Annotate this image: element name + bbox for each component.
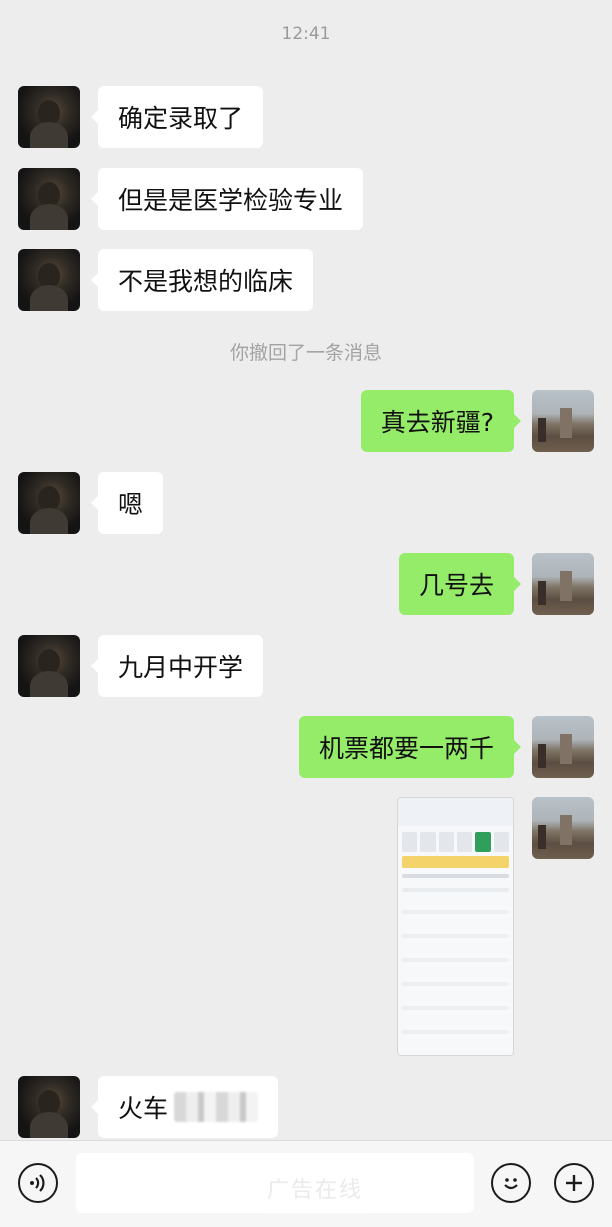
- contact-avatar[interactable]: [18, 86, 80, 148]
- contact-avatar[interactable]: [18, 472, 80, 534]
- message-text: 确定录取了: [118, 104, 244, 133]
- pixelated-redaction: [174, 1092, 259, 1122]
- received-message-bubble[interactable]: 确定录取了: [90, 86, 264, 148]
- screenshot-header: [398, 798, 513, 826]
- my-avatar[interactable]: [532, 553, 594, 615]
- screenshot-promo-banner: [402, 856, 509, 868]
- my-avatar[interactable]: [532, 797, 594, 859]
- received-message-bubble[interactable]: 火车: [90, 1076, 279, 1138]
- chat-timestamp: 12:41: [281, 24, 331, 44]
- sent-message-bubble[interactable]: 几号去: [398, 553, 522, 615]
- image-message-thumbnail[interactable]: [397, 797, 514, 1056]
- screenshot-date-strip: [402, 832, 509, 852]
- message-text: 火车: [118, 1094, 169, 1123]
- recalled-message-notice: 你撤回了一条消息: [229, 342, 382, 364]
- plus-icon[interactable]: [554, 1163, 594, 1203]
- my-avatar[interactable]: [532, 716, 594, 778]
- contact-avatar[interactable]: [18, 249, 80, 311]
- contact-avatar[interactable]: [18, 168, 80, 230]
- message-text: 机票都要一两千: [318, 734, 494, 763]
- received-message-bubble[interactable]: 九月中开学: [90, 635, 264, 697]
- voice-icon[interactable]: [18, 1163, 58, 1203]
- contact-avatar[interactable]: [18, 1076, 80, 1138]
- sent-message-bubble[interactable]: 真去新疆?: [360, 390, 522, 452]
- watermark-url: WWW.GDMM.COM: [264, 1204, 366, 1217]
- received-message-bubble[interactable]: 但是是医学检验专业: [90, 168, 364, 230]
- sent-message-bubble[interactable]: 机票都要一两千: [298, 716, 522, 778]
- message-text: 嗯: [118, 490, 144, 519]
- emoji-icon[interactable]: [491, 1163, 531, 1203]
- message-text: 几号去: [418, 571, 494, 600]
- received-message-bubble[interactable]: 嗯: [90, 472, 164, 534]
- received-message-bubble[interactable]: 不是我想的临床: [90, 249, 314, 311]
- message-text: 真去新疆?: [380, 408, 494, 437]
- site-watermark: 广告在线 WWW.GDMM.COM: [210, 1172, 420, 1224]
- message-text: 不是我想的临床: [118, 267, 294, 296]
- contact-avatar[interactable]: [18, 635, 80, 697]
- message-text: 但是是医学检验专业: [118, 186, 344, 215]
- my-avatar[interactable]: [532, 390, 594, 452]
- message-text: 九月中开学: [118, 653, 244, 682]
- watermark-title: 广告在线: [266, 1178, 363, 1203]
